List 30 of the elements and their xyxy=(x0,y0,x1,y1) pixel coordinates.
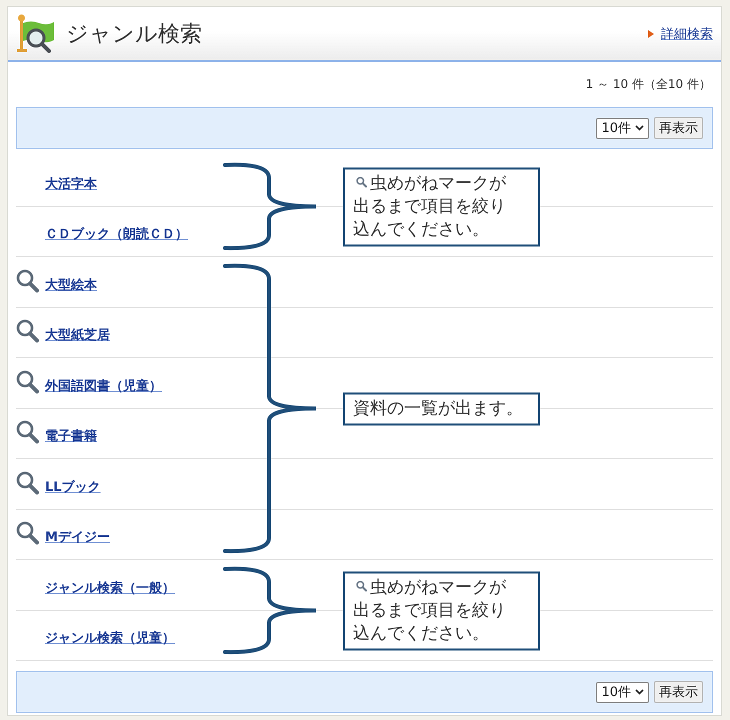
per-page-select[interactable]: 10件 xyxy=(596,682,649,702)
callout-text: 虫めがねマークが 出るまで項目を絞り 込んでください。 xyxy=(353,577,506,643)
genre-link[interactable]: ＣＤブック（朗読ＣＤ） xyxy=(45,225,188,243)
search-icon[interactable] xyxy=(16,268,39,292)
genre-link[interactable]: 外国語図書（児童） xyxy=(45,376,162,394)
per-page-select[interactable]: 10件 xyxy=(596,118,649,138)
chevron-down-icon xyxy=(635,689,644,695)
flag-magnifier-icon xyxy=(17,14,55,54)
page-title: ジャンル検索 xyxy=(66,20,202,48)
search-icon[interactable] xyxy=(16,319,39,343)
search-icon[interactable] xyxy=(16,470,39,494)
callout-text: 虫めがねマークが 出るまで項目を絞り 込んでください。 xyxy=(353,173,506,239)
refresh-button[interactable]: 再表示 xyxy=(654,681,703,703)
genre-link[interactable]: 大型紙芝居 xyxy=(45,326,110,344)
genre-link[interactable]: Mデイジー xyxy=(45,528,110,546)
search-icon[interactable] xyxy=(16,420,39,444)
search-icon[interactable] xyxy=(16,521,39,545)
genre-link[interactable]: LLブック xyxy=(45,478,101,496)
genre-link[interactable]: ジャンル検索（児童） xyxy=(45,629,175,647)
genre-link[interactable]: 大型絵本 xyxy=(45,276,97,294)
refresh-button[interactable]: 再表示 xyxy=(654,117,703,139)
chevron-down-icon xyxy=(635,125,644,131)
genre-link[interactable]: 大活字本 xyxy=(45,174,97,192)
result-count: 1 ～ 10 件（全10 件） xyxy=(584,76,712,93)
callout-text: 資料の一覧が出ます。 xyxy=(353,398,523,418)
genre-link[interactable]: ジャンル検索（一般） xyxy=(45,578,175,596)
genre-link[interactable]: 電子書籍 xyxy=(45,427,97,445)
advanced-search-link[interactable]: 詳細検索 xyxy=(661,24,713,42)
triangle-icon xyxy=(648,30,654,38)
search-icon[interactable] xyxy=(16,370,39,394)
